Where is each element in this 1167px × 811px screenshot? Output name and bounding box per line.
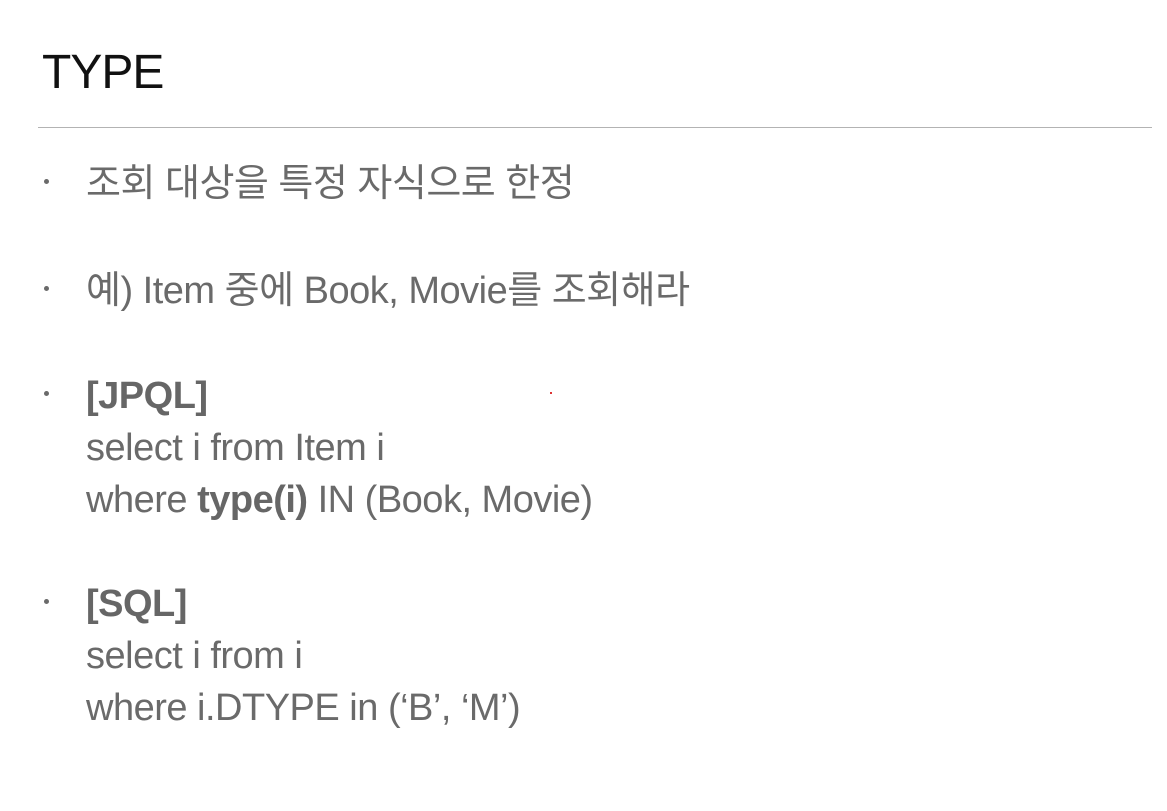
jpql-type-keyword: type(i) (197, 479, 308, 521)
bullet-icon (44, 179, 49, 184)
slide-title: TYPE (42, 46, 164, 99)
sql-line-1: select i from i (86, 635, 303, 677)
sql-line-2: where i.DTYPE in (‘B’, ‘M’) (86, 687, 521, 729)
bullet-icon (44, 286, 49, 291)
bullet-icon (44, 599, 49, 604)
jpql-line-1: select i from Item i (86, 427, 385, 469)
bullet-icon (44, 391, 49, 396)
jpql-line-2-suffix: IN (Book, Movie) (307, 479, 593, 521)
bullet-text: 예) Item 중에 Book, Movie를 조회해라 (86, 270, 690, 312)
stray-red-dot (550, 392, 552, 394)
jpql-line-2-prefix: where (86, 479, 198, 521)
bullet-text: 조회 대상을 특정 자식으로 한정 (86, 163, 575, 205)
jpql-heading: [JPQL] (86, 375, 208, 417)
title-divider (38, 127, 1152, 128)
sql-heading: [SQL] (86, 583, 187, 625)
jpql-line-2: where type(i) IN (Book, Movie) (86, 474, 593, 526)
